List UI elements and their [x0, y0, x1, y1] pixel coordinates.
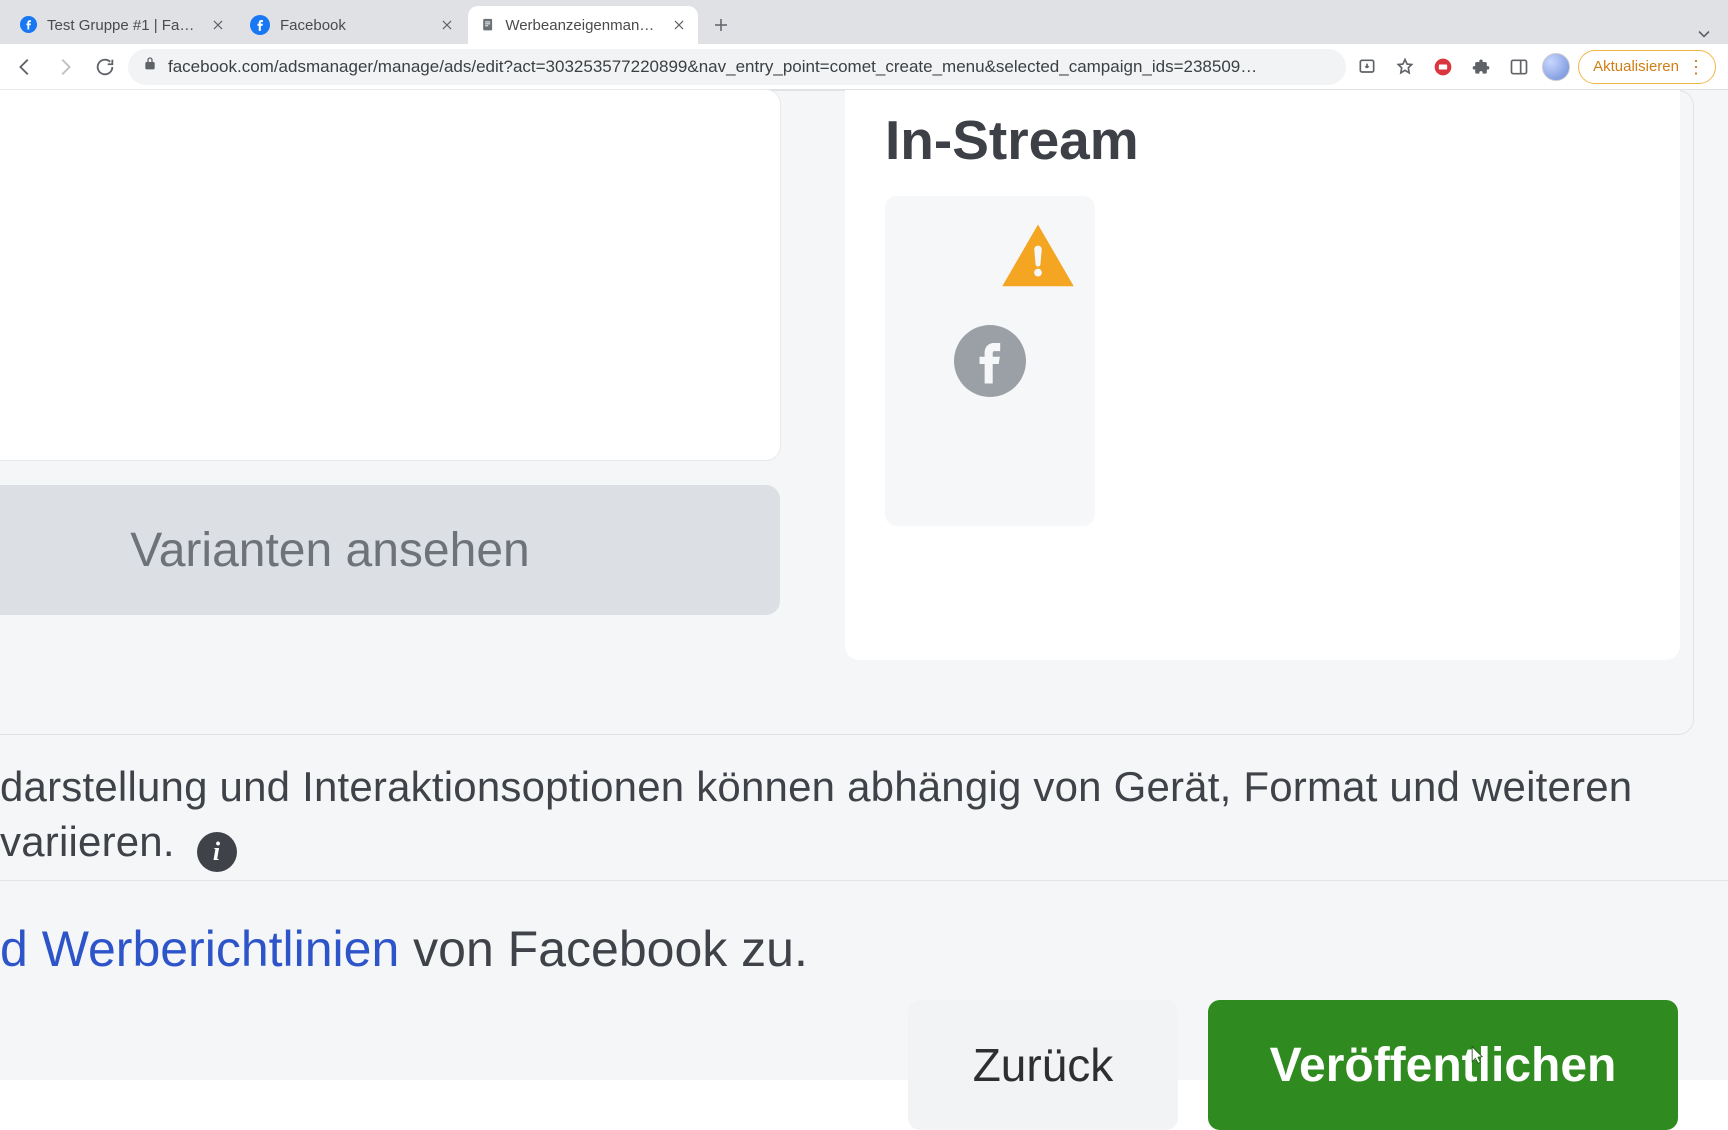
extensions-icon[interactable] [1466, 52, 1496, 82]
document-icon [480, 15, 495, 35]
tab-title: Test Gruppe #1 | Facebook [47, 17, 201, 34]
terms-tail: von Facebook zu. [399, 921, 808, 977]
tab-title: Facebook [280, 17, 428, 34]
cursor-icon [1468, 1022, 1488, 1048]
ad-policies-link[interactable]: d Werberichtlinien [0, 921, 399, 977]
publish-button[interactable]: Veröffentlichen [1208, 1000, 1678, 1130]
star-icon[interactable] [1390, 52, 1420, 82]
disclaimer-line2: variieren. [0, 818, 175, 865]
sidepanel-icon[interactable] [1504, 52, 1534, 82]
browser-tab-2[interactable]: Facebook [238, 6, 468, 44]
disclaimer-text: darstellung und Interaktionsoptionen kön… [0, 760, 1700, 872]
page-content: Varianten ansehen In-Stream darstellung … [0, 90, 1728, 1080]
reload-button[interactable] [88, 50, 122, 84]
tabs-overflow-button[interactable] [1694, 24, 1728, 44]
terms-line: d Werberichtlinien von Facebook zu. [0, 920, 808, 978]
update-label: Aktualisieren [1593, 58, 1679, 75]
close-icon[interactable] [438, 16, 456, 34]
browser-chrome: Test Gruppe #1 | Facebook Facebook Werbe… [0, 0, 1728, 90]
new-tab-button[interactable] [704, 8, 738, 42]
install-app-icon[interactable] [1352, 52, 1382, 82]
publish-label: Veröffentlichen [1270, 1038, 1617, 1093]
instream-placement-tile[interactable] [885, 196, 1095, 526]
disclaimer-line1: darstellung und Interaktionsoptionen kön… [0, 763, 1632, 810]
instream-heading: In-Stream [885, 108, 1640, 172]
adblock-icon[interactable] [1428, 52, 1458, 82]
lock-icon [142, 56, 158, 77]
close-icon[interactable] [211, 16, 226, 34]
facebook-icon [20, 15, 37, 35]
forward-button[interactable] [48, 50, 82, 84]
tab-title: Werbeanzeigenmanager - Wer [505, 17, 662, 34]
kebab-icon: ⋮ [1687, 58, 1705, 76]
facebook-icon [250, 15, 270, 35]
profile-avatar[interactable] [1542, 53, 1570, 81]
browser-tab-1[interactable]: Test Gruppe #1 | Facebook [8, 6, 238, 44]
facebook-grey-icon [954, 325, 1026, 397]
close-icon[interactable] [672, 16, 686, 34]
update-button[interactable]: Aktualisieren ⋮ [1578, 50, 1716, 84]
back-button[interactable] [8, 50, 42, 84]
warning-icon [999, 218, 1077, 286]
footer-buttons: Zurück Veröffentlichen [908, 1000, 1678, 1130]
info-icon[interactable]: i [197, 832, 237, 872]
instream-card: In-Stream [845, 90, 1680, 660]
tab-strip: Test Gruppe #1 | Facebook Facebook Werbe… [0, 0, 1728, 44]
address-bar[interactable]: facebook.com/adsmanager/manage/ads/edit?… [128, 49, 1346, 85]
back-label: Zurück [973, 1038, 1114, 1092]
url-text: facebook.com/adsmanager/manage/ads/edit?… [168, 57, 1332, 77]
view-variants-label: Varianten ansehen [130, 523, 529, 578]
view-variants-button[interactable]: Varianten ansehen [0, 485, 780, 615]
back-step-button[interactable]: Zurück [908, 1000, 1178, 1130]
browser-tab-3[interactable]: Werbeanzeigenmanager - Wer [468, 6, 698, 44]
preview-card-left [0, 90, 780, 460]
browser-toolbar: facebook.com/adsmanager/manage/ads/edit?… [0, 44, 1728, 90]
divider [0, 880, 1728, 881]
